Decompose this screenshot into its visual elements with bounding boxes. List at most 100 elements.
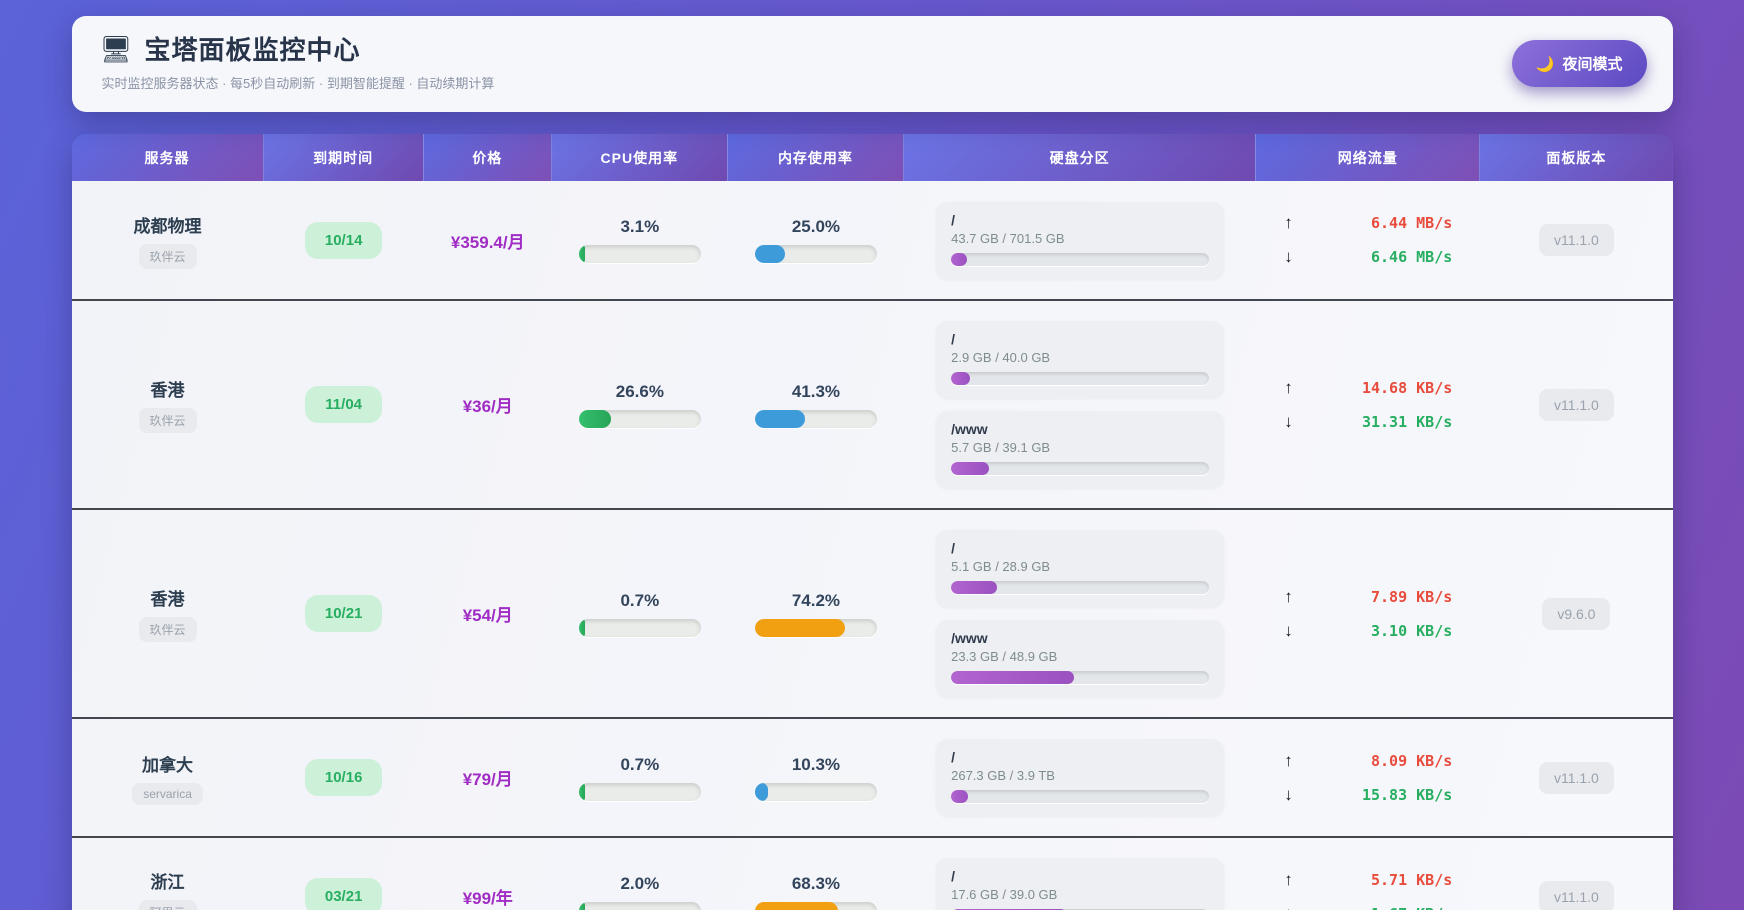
- header-card: 🖥 宝塔面板监控中心 实时监控服务器状态 · 每5秒自动刷新 · 到期智能提醒 …: [71, 16, 1673, 112]
- disk-cell: / 5.1 GB / 28.9 GB /www 23.3 GB / 48.9 G…: [904, 530, 1256, 697]
- table-header-row: 服务器 到期时间 价格 CPU使用率 内存使用率 硬盘分区 网络流量 面板版本: [71, 134, 1673, 181]
- network-stack: ↑ 14.68 KB/s ↓ 31.31 KB/s: [1284, 378, 1452, 432]
- expiry-cell: 10/14: [264, 221, 424, 259]
- network-cell: ↑ 7.89 KB/s ↓ 3.10 KB/s: [1256, 587, 1480, 641]
- disk-usage: 2.9 GB / 40.0 GB: [951, 350, 1051, 365]
- col-header-server: 服务器: [71, 134, 264, 181]
- memory-bar-fill: [754, 618, 846, 637]
- col-header-disk: 硬盘分区: [904, 134, 1257, 181]
- download-arrow-icon: ↓: [1284, 904, 1306, 910]
- version-badge: v11.1.0: [1538, 880, 1614, 910]
- disk-mount: /www: [951, 421, 988, 437]
- memory-cell: 68.3%: [728, 874, 904, 910]
- disk-bar-track: [951, 790, 1210, 803]
- disk-mount: /: [951, 331, 955, 347]
- price-cell: ¥36/月: [424, 392, 552, 417]
- col-header-price: 价格: [423, 134, 552, 181]
- version-badge: v11.1.0: [1538, 224, 1614, 256]
- network-stack: ↑ 7.89 KB/s ↓ 3.10 KB/s: [1284, 587, 1452, 641]
- disk-usage: 23.3 GB / 48.9 GB: [951, 649, 1058, 664]
- cpu-percent-label: 3.1%: [620, 217, 660, 236]
- memory-percent-label: 68.3%: [791, 873, 841, 893]
- cpu-percent-label: 0.7%: [620, 590, 660, 610]
- price-label: ¥36/月: [462, 397, 513, 416]
- night-mode-button[interactable]: 🌙 夜间模式: [1511, 40, 1647, 87]
- expiry-badge: 11/04: [305, 386, 383, 423]
- disk-partition: /www 5.7 GB / 39.1 GB: [936, 411, 1225, 488]
- disk-bar-track: [951, 462, 1210, 475]
- disk-partition: / 267.3 GB / 3.9 TB: [936, 739, 1225, 816]
- version-cell: v11.1.0: [1480, 388, 1672, 421]
- server-cell: 浙江 阿里云: [72, 868, 264, 910]
- upload-line: ↑ 5.71 KB/s: [1284, 870, 1452, 890]
- download-speed: 15.83 KB/s: [1361, 785, 1453, 804]
- price-cell: ¥79/月: [424, 765, 552, 790]
- upload-speed: 8.09 KB/s: [1371, 751, 1453, 770]
- upload-speed: 5.71 KB/s: [1371, 870, 1453, 889]
- col-header-network: 网络流量: [1256, 134, 1481, 181]
- expiry-cell: 10/16: [264, 759, 424, 796]
- upload-speed: 14.68 KB/s: [1361, 378, 1453, 397]
- disk-bar-fill: [951, 252, 968, 266]
- version-badge: v11.1.0: [1538, 761, 1614, 794]
- upload-line: ↑ 6.44 MB/s: [1284, 213, 1452, 233]
- col-header-cpu: CPU使用率: [551, 134, 728, 181]
- disk-stack: / 17.6 GB / 39.0 GB: [936, 858, 1225, 910]
- server-cell: 加拿大 servarica: [72, 751, 264, 805]
- cpu-bar-fill: [578, 901, 585, 910]
- price-cell: ¥99/年: [424, 884, 552, 909]
- disk-partition: / 5.1 GB / 28.9 GB: [936, 530, 1225, 607]
- disk-partition: / 17.6 GB / 39.0 GB: [936, 858, 1225, 910]
- cpu-bar-fill: [578, 409, 612, 428]
- price-cell: ¥54/月: [424, 601, 552, 626]
- disk-mount: /www: [951, 630, 988, 646]
- network-cell: ↑ 6.44 MB/s ↓ 6.46 MB/s: [1256, 213, 1480, 267]
- server-name: 浙江: [150, 873, 185, 892]
- cpu-cell: 26.6%: [552, 382, 728, 428]
- cpu-bar-track: [578, 782, 701, 801]
- table-row: 香港 玖伴云 10/21 ¥54/月 0.7% 74.2% / 5.1 GB /…: [71, 508, 1673, 717]
- disk-mount: /: [951, 540, 955, 556]
- expiry-badge: 10/16: [304, 759, 383, 796]
- upload-arrow-icon: ↑: [1284, 377, 1293, 397]
- disk-stack: / 267.3 GB / 3.9 TB: [936, 739, 1225, 816]
- download-speed: 3.10 KB/s: [1371, 621, 1453, 640]
- disk-bar-fill: [951, 462, 989, 475]
- provider-badge: 玖伴云: [138, 617, 197, 642]
- disk-stack: / 5.1 GB / 28.9 GB /www 23.3 GB / 48.9 G…: [936, 530, 1225, 697]
- download-line: ↓ 15.83 KB/s: [1284, 785, 1452, 805]
- upload-line: ↑ 8.09 KB/s: [1284, 751, 1452, 771]
- memory-percent-label: 10.3%: [791, 754, 841, 774]
- table-row: 浙江 阿里云 03/21 ¥99/年 2.0% 68.3%: [71, 836, 1673, 910]
- cpu-bar-fill: [578, 618, 585, 637]
- memory-bar-fill: [754, 245, 786, 263]
- download-arrow-icon: ↓: [1284, 247, 1293, 266]
- memory-cell: 74.2%: [728, 591, 904, 637]
- col-header-memory: 内存使用率: [727, 134, 904, 181]
- network-stack: ↑ 6.44 MB/s ↓ 6.46 MB/s: [1284, 213, 1452, 267]
- network-cell: ↑ 5.71 KB/s ↓ 1.67 KB/s: [1256, 870, 1480, 910]
- disk-cell: / 2.9 GB / 40.0 GB /www 5.7 GB / 39.1 GB: [904, 321, 1256, 488]
- download-line: ↓ 6.46 MB/s: [1284, 247, 1452, 267]
- price-label: ¥99/年: [462, 889, 513, 908]
- server-cell: 成都物理 玖伴云: [72, 212, 264, 269]
- download-line: ↓ 1.67 KB/s: [1284, 904, 1452, 910]
- download-speed: 1.67 KB/s: [1371, 905, 1452, 910]
- disk-bar-track: [951, 252, 1210, 266]
- memory-bar-fill: [754, 901, 839, 910]
- cpu-bar-fill: [578, 782, 585, 801]
- title-row: 🖥 宝塔面板监控中心: [100, 30, 1647, 67]
- upload-line: ↑ 7.89 KB/s: [1284, 587, 1452, 607]
- version-cell: v11.1.0: [1480, 224, 1672, 256]
- night-mode-label: 夜间模式: [1562, 56, 1623, 73]
- disk-usage: 5.7 GB / 39.1 GB: [951, 440, 1051, 455]
- disk-partition: / 43.7 GB / 701.5 GB: [936, 201, 1225, 279]
- memory-bar-fill: [754, 782, 768, 801]
- moon-icon: 🌙: [1535, 55, 1555, 73]
- memory-bar-track: [754, 409, 877, 428]
- upload-speed: 7.89 KB/s: [1371, 587, 1453, 606]
- disk-bar-track: [951, 372, 1210, 385]
- version-badge: v9.6.0: [1542, 597, 1611, 630]
- disk-bar-fill: [951, 372, 970, 385]
- upload-line: ↑ 14.68 KB/s: [1284, 378, 1452, 398]
